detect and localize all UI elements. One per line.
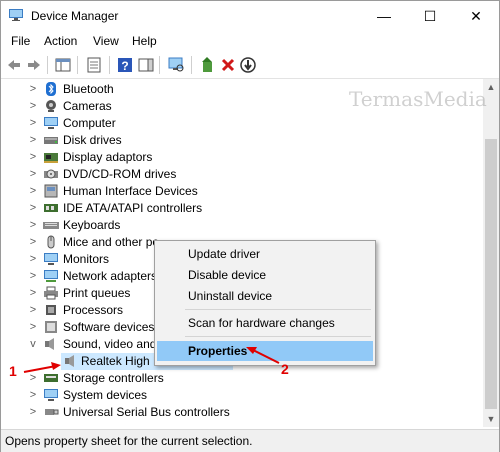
- annotation-step-2: 2: [281, 361, 289, 377]
- device-manager-window: Device Manager — ☐ ✕ File Action View He…: [0, 0, 500, 452]
- annotation-arrows: [23, 347, 280, 373]
- annotation-step-1: 1: [9, 363, 17, 379]
